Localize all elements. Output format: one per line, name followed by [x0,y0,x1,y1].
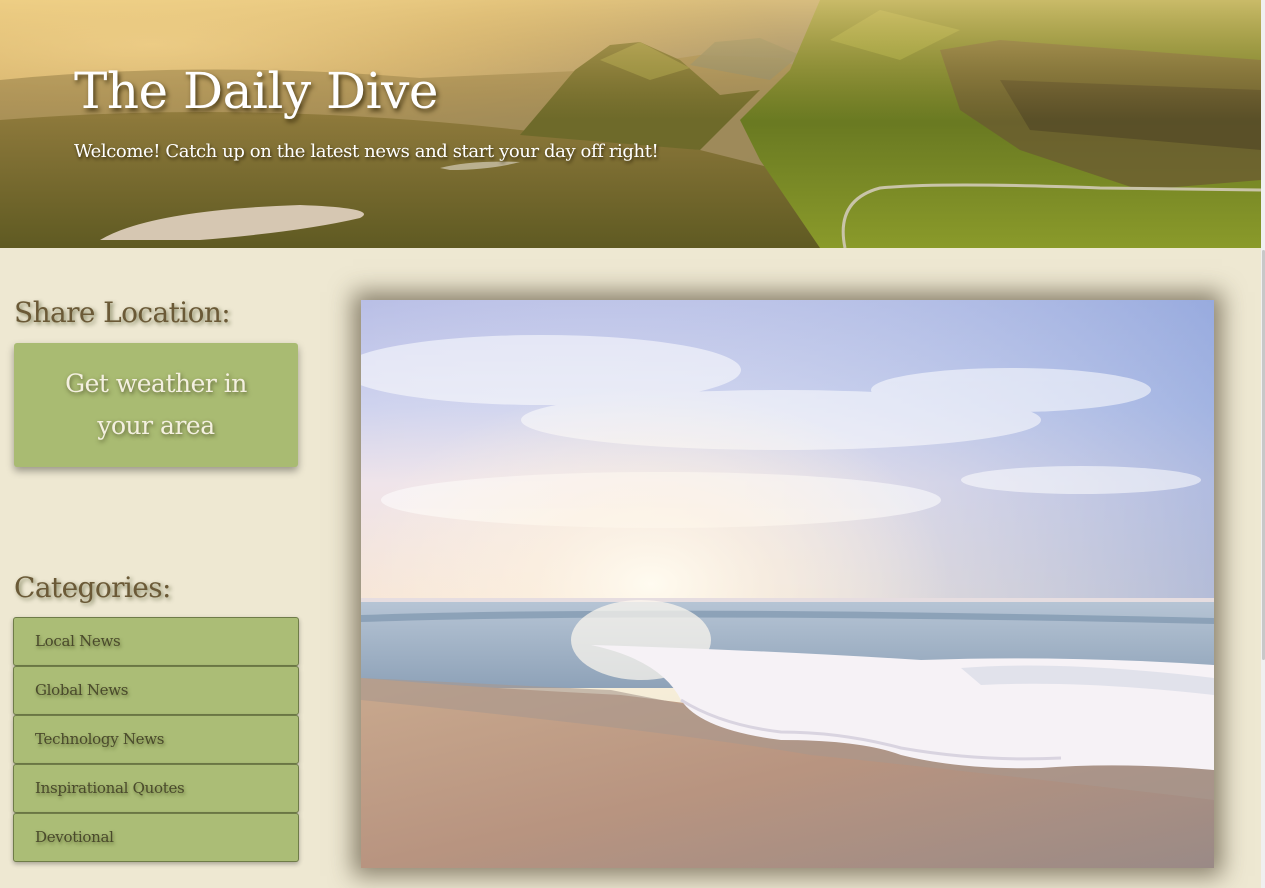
page-header: The Daily Dive Welcome! Catch up on the … [0,0,1261,248]
category-technology-news[interactable]: Technology News [13,715,299,764]
category-local-news[interactable]: Local News [13,617,299,666]
category-devotional[interactable]: Devotional [13,813,299,862]
mountain-landscape-image [0,0,1261,248]
category-list: Local News Global News Technology News I… [13,617,299,862]
share-location-heading: Share Location: [14,296,231,329]
category-global-news[interactable]: Global News [13,666,299,715]
page-title: The Daily Dive [74,62,438,120]
get-weather-button[interactable]: Get weather in your area [14,343,298,467]
categories-heading: Categories: [14,571,171,604]
page-subtitle: Welcome! Catch up on the latest news and… [74,141,659,162]
beach-sunrise-image [361,300,1214,868]
feature-image-frame [361,300,1214,868]
category-inspirational-quotes[interactable]: Inspirational Quotes [13,764,299,813]
